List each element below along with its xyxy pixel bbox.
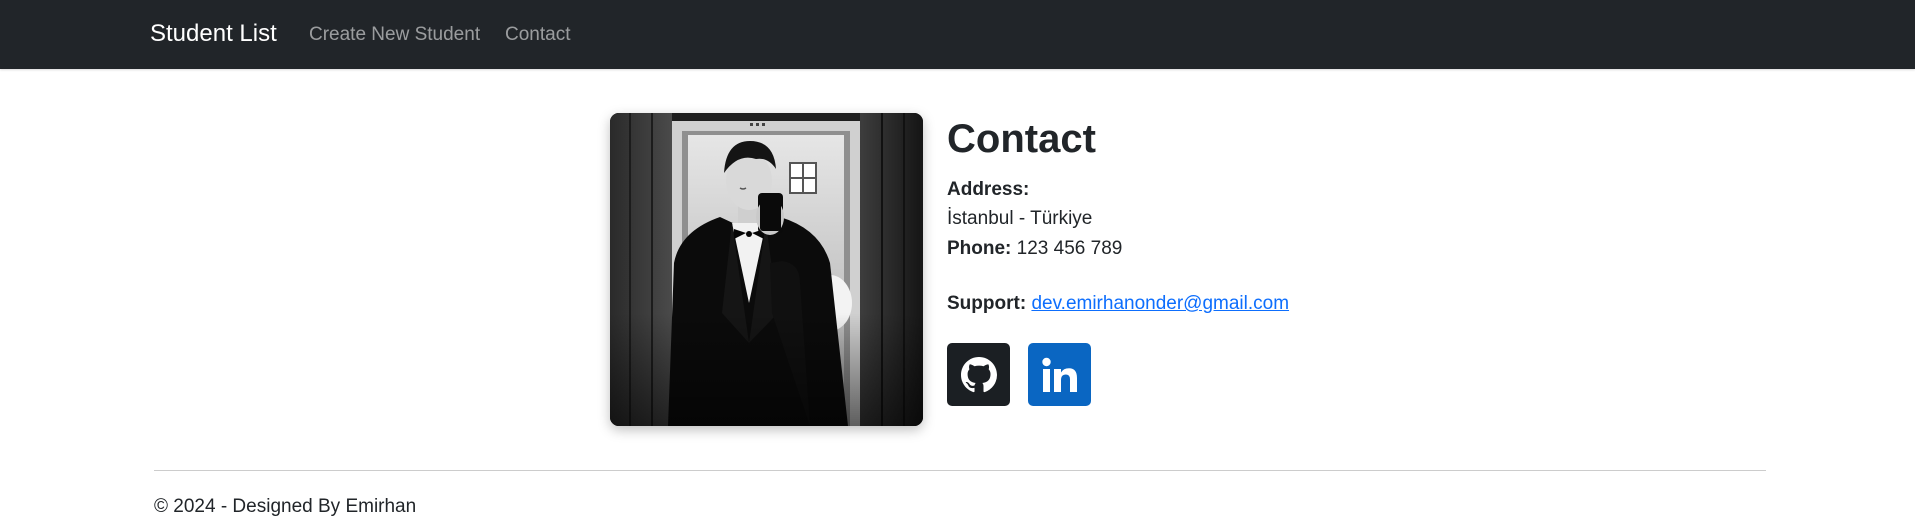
phone-row: Phone: 123 456 789 (947, 237, 1122, 261)
nav-contact-link[interactable]: Contact (505, 23, 570, 47)
linkedin-icon (1041, 357, 1077, 392)
footer-divider (154, 470, 1766, 471)
support-email-link[interactable]: dev.emirhanonder@gmail.com (1031, 293, 1289, 314)
address-label: Address: (947, 179, 1030, 200)
linkedin-button[interactable] (1028, 343, 1091, 406)
nav-create-new-student-link[interactable]: Create New Student (309, 23, 480, 47)
address-label-row: Address: (947, 178, 1029, 202)
address-value: İstanbul - Türkiye (947, 208, 1093, 229)
contact-heading: Contact (947, 117, 1096, 161)
github-button[interactable] (947, 343, 1010, 406)
footer-copyright: © 2024 - Designed By Emirhan (154, 496, 417, 517)
navbar: Student List Create New Student Contact (0, 0, 1915, 69)
profile-photo (610, 113, 923, 426)
support-row: Support: dev.emirhanonder@gmail.com (947, 292, 1289, 316)
navbar-brand-link[interactable]: Student List (150, 19, 277, 49)
github-icon (960, 356, 997, 392)
phone-label: Phone: (947, 238, 1012, 259)
phone-value: 123 456 789 (1016, 238, 1123, 259)
support-label: Support: (947, 293, 1027, 314)
